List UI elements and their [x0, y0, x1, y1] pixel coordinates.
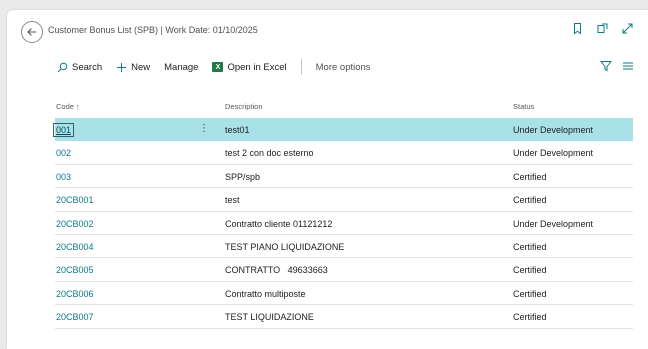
cell-code[interactable]: 003 — [56, 172, 71, 182]
column-header-description[interactable]: Description — [225, 102, 263, 111]
cell-description: TEST PIANO LIQUIDAZIONE — [225, 241, 345, 252]
table-row[interactable]: 20CB004 TEST PIANO LIQUIDAZIONE Certifie… — [55, 235, 633, 259]
excel-icon: X — [212, 62, 224, 72]
title-actions — [571, 22, 634, 35]
back-button[interactable] — [21, 21, 43, 43]
cell-description: Contratto multiposte — [225, 288, 306, 299]
new-label: New — [131, 61, 151, 73]
cell-code[interactable]: 20CB004 — [56, 242, 94, 252]
open-in-excel-button[interactable]: X Open in Excel — [212, 61, 287, 73]
table-header: Code ↑ Description Status — [55, 102, 633, 116]
cell-code[interactable]: 20CB002 — [56, 219, 94, 229]
toolbar-divider — [300, 59, 302, 75]
column-header-status[interactable]: Status — [513, 102, 534, 111]
search-label: Search — [72, 61, 103, 73]
cell-status: Certified — [513, 195, 547, 206]
cell-code[interactable]: 002 — [56, 148, 71, 158]
more-options-label: More options — [315, 61, 371, 73]
plus-icon — [117, 62, 127, 72]
bookmark-icon — [574, 23, 581, 35]
cell-status: Under Development — [513, 148, 594, 159]
manage-label: Manage — [164, 61, 199, 73]
cell-code[interactable]: 20CB006 — [56, 289, 94, 299]
filter-button[interactable] — [599, 59, 613, 77]
cell-description: Contratto cliente 01121212 — [225, 218, 333, 229]
cell-status: Certified — [513, 312, 547, 323]
cell-description: CONTRATTO 49633663 — [225, 265, 328, 276]
cell-description: test 2 con doc esterno — [225, 148, 314, 159]
cell-status: Certified — [513, 265, 547, 276]
cell-description: SPP/spb — [225, 171, 261, 182]
table-row[interactable]: 003 SPP/spb Certified — [55, 165, 633, 189]
list-view-actions — [599, 59, 634, 77]
cell-description: test01 — [225, 125, 250, 135]
search-icon — [57, 62, 68, 72]
table-row[interactable]: 20CB006 Contratto multiposte Certified — [55, 282, 633, 306]
list-icon — [623, 62, 633, 70]
cell-status: Certified — [513, 288, 547, 299]
cell-description: test — [225, 195, 240, 206]
open-new-window-button[interactable] — [596, 22, 609, 35]
cell-status: Under Development — [513, 125, 594, 135]
page-title: Customer Bonus List (SPB) | Work Date: 0… — [48, 25, 258, 35]
open-in-excel-label: Open in Excel — [227, 61, 287, 73]
cell-status: Under Development — [513, 218, 594, 229]
cell-code[interactable]: 20CB001 — [56, 195, 94, 205]
table-row[interactable]: 001 ⋮ test01 Under Development — [52, 118, 633, 142]
bookmark-button[interactable] — [571, 22, 584, 35]
cell-code[interactable]: 20CB005 — [56, 265, 94, 275]
table-row[interactable]: 20CB002 Contratto cliente 01121212 Under… — [55, 212, 633, 235]
action-bar: Search New Manage X Open in Excel More o… — [57, 58, 385, 76]
arrow-left-icon — [27, 28, 36, 36]
new-button[interactable]: New — [116, 62, 150, 73]
table-row[interactable]: 20CB007 TEST LIQUIDAZIONE Certified — [55, 305, 633, 329]
manage-menu[interactable]: Manage — [164, 62, 198, 73]
open-in-new-window-icon — [597, 23, 608, 33]
cell-code[interactable]: 001 — [52, 123, 75, 137]
more-options-button[interactable]: More options — [316, 62, 371, 73]
search-button[interactable]: Search — [57, 62, 102, 73]
cell-status: Certified — [513, 241, 547, 252]
table-body: 001 ⋮ test01 Under Development 002 test … — [52, 118, 633, 329]
filter-icon — [599, 61, 613, 72]
table-row[interactable]: 002 test 2 con doc esterno Under Develop… — [55, 141, 633, 165]
expand-icon — [622, 23, 633, 34]
expand-button[interactable] — [621, 22, 634, 35]
table-row[interactable]: 20CB005 CONTRATTO 49633663 Certified — [55, 258, 633, 282]
row-actions-icon[interactable]: ⋮ — [199, 123, 209, 134]
cell-status: Certified — [513, 171, 547, 182]
table-row[interactable]: 20CB001 test Certified — [55, 188, 633, 212]
column-header-code[interactable]: Code ↑ — [56, 102, 80, 111]
list-layout-button[interactable] — [622, 59, 634, 77]
cell-description: TEST LIQUIDAZIONE — [225, 312, 314, 323]
cell-code[interactable]: 20CB007 — [56, 312, 94, 322]
